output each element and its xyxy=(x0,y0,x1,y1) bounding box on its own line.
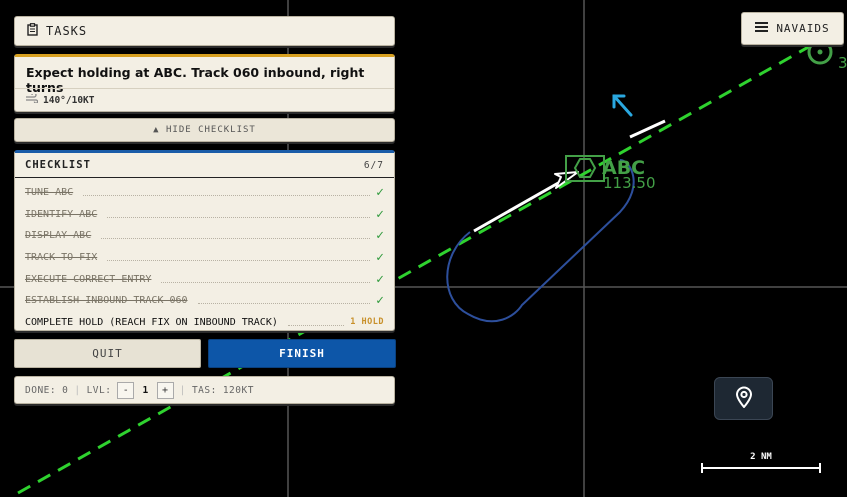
tas-label: TAS: xyxy=(191,384,217,396)
checklist-header: CHECKLIST 6/7 xyxy=(15,153,394,178)
checklist-item-label: ESTABLISH INBOUND TRACK 060 xyxy=(25,295,188,307)
dotted-leader xyxy=(83,195,371,197)
dotted-leader xyxy=(107,260,371,262)
status-bar: DONE: 0 | LVL: - 1 + | TAS: 120KT xyxy=(14,376,395,404)
location-pin-icon xyxy=(735,386,753,412)
dotted-leader xyxy=(287,324,345,326)
wind-info: 140°/10KT xyxy=(26,92,95,106)
navaid-partial-label: 3 xyxy=(838,54,847,72)
quit-button[interactable]: QUIT xyxy=(14,339,201,368)
task-card: Expect holding at ABC. Track 060 inbound… xyxy=(14,54,395,112)
checklist-item: TRACK TO FIX ✓ xyxy=(15,247,394,269)
done-label: DONE: xyxy=(25,384,57,396)
checklist-item-label: DISPLAY ABC xyxy=(25,230,92,242)
navaids-label: NAVAIDS xyxy=(776,22,830,35)
checklist-panel: CHECKLIST 6/7 TUNE ABC ✓ IDENTIFY ABC ✓ DISP… xyxy=(14,150,395,331)
clipboard-icon xyxy=(27,23,38,39)
tasks-header[interactable]: TASKS xyxy=(14,16,395,46)
scale-bar xyxy=(701,463,821,473)
scale-label: 2 NM xyxy=(750,452,772,462)
wind-icon xyxy=(26,92,39,106)
check-icon: ✓ xyxy=(376,228,384,244)
divider xyxy=(15,88,394,89)
menu-icon xyxy=(755,22,769,35)
check-icon: ✓ xyxy=(376,185,384,201)
hide-checklist-button[interactable]: ▲ HIDE CHECKLIST xyxy=(14,118,395,142)
wind-value: 140°/10KT xyxy=(43,94,95,106)
done-value: 0 xyxy=(62,384,69,396)
separator: | xyxy=(179,384,186,396)
tasks-label: TASKS xyxy=(46,24,88,38)
navaids-button[interactable]: NAVAIDS xyxy=(741,12,844,45)
check-icon: ✓ xyxy=(376,293,384,309)
checklist-item: ESTABLISH INBOUND TRACK 060 ✓ xyxy=(15,290,394,312)
station-frequency-label: 113.50 xyxy=(603,174,656,192)
checklist-item: COMPLETE HOLD (REACH FIX ON INBOUND TRAC… xyxy=(15,312,394,334)
dotted-leader xyxy=(161,281,371,283)
aircraft-track xyxy=(473,180,561,233)
checklist-item: IDENTIFY ABC ✓ xyxy=(15,204,394,226)
checklist-progress: 6/7 xyxy=(363,159,384,171)
checklist-item-label: TRACK TO FIX xyxy=(25,252,98,264)
dotted-leader xyxy=(107,216,371,218)
checklist-item-label: IDENTIFY ABC xyxy=(25,208,98,220)
level-increase-button[interactable]: + xyxy=(156,381,174,399)
check-icon: ✓ xyxy=(376,250,384,266)
tas-value: 120KT xyxy=(222,384,254,396)
checklist-title: CHECKLIST xyxy=(25,159,91,171)
task-title: Expect holding at ABC. Track 060 inbound… xyxy=(26,65,365,95)
level-label: LVL: xyxy=(86,384,112,396)
dotted-leader xyxy=(101,238,371,240)
check-icon: ✓ xyxy=(376,206,384,222)
checklist-item-label: EXECUTE CORRECT ENTRY xyxy=(25,273,152,285)
wind-arrow-icon xyxy=(612,94,633,117)
checklist-item-label: TUNE ABC xyxy=(25,187,74,199)
checklist-item: DISPLAY ABC ✓ xyxy=(15,225,394,247)
checklist-item: EXECUTE CORRECT ENTRY ✓ xyxy=(15,268,394,290)
level-value: 1 xyxy=(142,384,149,396)
status-badge: 1 HOLD xyxy=(350,317,384,328)
aircraft-track-ahead xyxy=(629,119,666,139)
checklist-item-label: COMPLETE HOLD (REACH FIX ON INBOUND TRAC… xyxy=(25,316,278,328)
checklist-item: TUNE ABC ✓ xyxy=(15,182,394,204)
location-button[interactable] xyxy=(714,377,773,420)
level-decrease-button[interactable]: - xyxy=(117,381,135,399)
finish-button[interactable]: FINISH xyxy=(208,339,396,368)
dotted-leader xyxy=(197,303,371,305)
separator: | xyxy=(74,384,81,396)
check-icon: ✓ xyxy=(376,271,384,287)
checklist-items: TUNE ABC ✓ IDENTIFY ABC ✓ DISPLAY ABC ✓ TRACK … xyxy=(15,178,394,333)
